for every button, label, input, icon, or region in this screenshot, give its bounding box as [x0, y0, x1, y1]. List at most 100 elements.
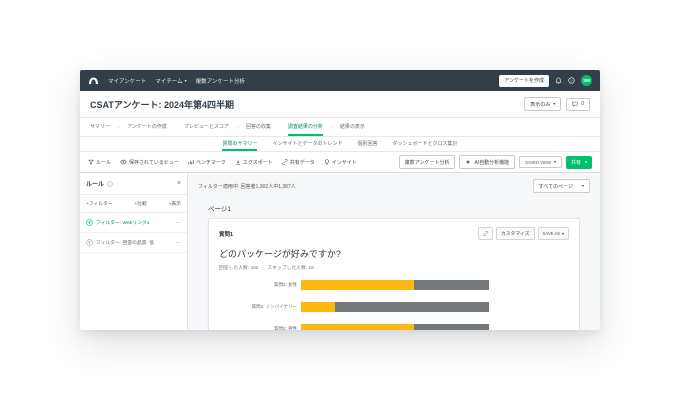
save-as-dropdown[interactable]: SAVE AS ▾ — [538, 227, 569, 240]
bar-category-label: 質問2: ノンバイナリー — [219, 304, 297, 310]
rules-sidebar: ルール i × +フィルター +比較 +表示 フィルター: Webリンク1 … — [80, 173, 188, 330]
saved-view-dropdown[interactable]: SAVED VIEW ▾ — [519, 156, 562, 168]
info-icon[interactable]: i — [107, 181, 113, 187]
ai-analysis-label: AI自動分析機能 — [474, 159, 509, 166]
bar-track[interactable] — [301, 280, 489, 290]
bar-segment-gray[interactable] — [335, 302, 489, 312]
tool-shared-data[interactable]: 共有データ — [282, 159, 315, 166]
caret-down-icon: ▾ — [562, 232, 564, 236]
bar-track[interactable] — [301, 324, 489, 330]
results-header-row: フィルター適用中: 回答者1,302人中1,387人 すべてのページ ▾ — [198, 179, 590, 193]
saved-view-label: SAVED VIEW — [525, 160, 551, 165]
question-card-header: 質問1 カスタマイズ SAVE AS ▾ — [219, 227, 569, 240]
add-compare-link[interactable]: +比較 — [134, 200, 146, 207]
caret-down-icon: ▾ — [554, 160, 556, 164]
bar-category-label: 質問2: 女性 — [219, 282, 297, 288]
multi-survey-analysis-button[interactable]: 複数アンケート分析 — [399, 155, 456, 169]
rule-add-actions: +フィルター +比較 +表示 — [80, 195, 187, 213]
comments-button[interactable]: 0 — [566, 98, 590, 111]
step-summary[interactable]: サマリー — [90, 118, 110, 136]
tool-benchmark-label: ベンチマーク — [196, 159, 226, 166]
rules-title: ルール — [86, 179, 104, 188]
tool-benchmark[interactable]: ベンチマーク — [188, 159, 226, 166]
help-icon[interactable]: ? — [568, 77, 575, 84]
bar-track[interactable] — [301, 302, 489, 312]
step-separator: → — [329, 118, 334, 136]
rule-item-weblink-filter[interactable]: フィルター: Webリンク1 … — [80, 213, 187, 233]
tab-dashboards-crosstabs[interactable]: ダッシュボードとクロス集計 — [393, 137, 458, 151]
avatar[interactable]: SM — [581, 75, 592, 86]
create-survey-button[interactable]: アンケートを作成 — [499, 75, 549, 87]
step-present-results[interactable]: 結果の表示 — [340, 118, 365, 136]
pages-dropdown-label: すべてのページ — [539, 183, 573, 190]
nav-my-surveys[interactable]: マイアンケート — [108, 77, 146, 85]
step-preview-score[interactable]: プレビューとスコア — [184, 118, 229, 136]
question-number: 質問1 — [219, 230, 233, 238]
link-icon — [483, 231, 488, 236]
close-icon[interactable]: × — [177, 180, 181, 187]
bar-segment-gray[interactable] — [414, 324, 489, 330]
tool-rules[interactable]: ルール — [88, 159, 111, 166]
tool-shared-data-label: 共有データ — [290, 159, 315, 166]
share-button-label: 共有 — [571, 159, 581, 166]
rule-menu-ellipsis-icon[interactable]: … — [175, 241, 181, 244]
customize-label: カスタマイズ — [501, 230, 530, 237]
bar-segment-gray[interactable] — [414, 280, 489, 290]
rules-sidebar-header: ルール i × — [80, 173, 187, 195]
tool-insights-label: インサイト — [332, 159, 357, 166]
chart-bar-row: 質問2: 男性 — [219, 324, 569, 330]
title-actions: 表示のみ ▾ 0 — [524, 97, 590, 111]
notifications-bell-icon[interactable] — [555, 77, 562, 84]
survey-title: CSATアンケート: 2024年第4四半期 — [90, 98, 234, 111]
skipped-count: スキップした人数: 18 — [267, 264, 313, 271]
customize-button[interactable]: カスタマイズ — [496, 227, 535, 240]
share-split-button[interactable]: 共有 ▾ — [566, 156, 592, 169]
question-link-button[interactable] — [478, 227, 493, 240]
analyze-toolbar: ルール 保存されているビュー ベンチマーク エクスポート 共有データ — [80, 152, 600, 173]
rule-filter-icon — [86, 239, 93, 246]
pages-dropdown[interactable]: すべてのページ ▾ — [533, 179, 590, 193]
question-meta: 回答した人数: 482 スキップした人数: 18 — [219, 264, 569, 271]
svg-text:?: ? — [570, 78, 573, 83]
view-only-label: 表示のみ — [530, 101, 550, 108]
step-design-survey[interactable]: アンケートの作成 — [127, 118, 167, 136]
nav-my-team[interactable]: マイチーム ▾ — [155, 77, 186, 85]
rule-filter-icon — [86, 219, 93, 226]
comment-count: 0 — [581, 101, 584, 107]
workflow-steps: サマリー → アンケートの作成 → プレビューとスコア → 回答の収集 → 調査… — [80, 118, 600, 137]
chart-bar-row: 質問2: ノンバイナリー — [219, 302, 569, 312]
tab-individual-responses[interactable]: 個別回答 — [358, 137, 378, 151]
step-analyze-results[interactable]: 調査結果の分析 — [288, 118, 323, 136]
bar-segment-yellow[interactable] — [301, 324, 414, 330]
rule-menu-ellipsis-icon[interactable]: … — [175, 221, 181, 224]
add-show-link[interactable]: +表示 — [169, 200, 181, 207]
sparkle-icon — [465, 159, 471, 165]
add-filter-link[interactable]: +フィルター — [86, 200, 113, 207]
tool-insights[interactable]: インサイト — [324, 159, 357, 166]
surveymonkey-logo[interactable] — [88, 76, 99, 85]
nav-my-team-label: マイチーム — [155, 77, 182, 85]
ai-analysis-button[interactable]: AI自動分析機能 — [459, 155, 515, 169]
bar-segment-yellow[interactable] — [301, 280, 414, 290]
caret-down-icon: ▾ — [185, 79, 187, 83]
step-separator: → — [277, 118, 282, 136]
results-panel: フィルター適用中: 回答者1,302人中1,387人 すべてのページ ▾ ページ… — [188, 173, 600, 330]
bar-segment-yellow[interactable] — [301, 302, 335, 312]
step-collect-responses[interactable]: 回答の収集 — [246, 118, 271, 136]
filter-funnel-icon — [88, 159, 94, 165]
step-separator: → — [173, 118, 178, 136]
tab-question-summaries[interactable]: 質問のサマリー — [222, 137, 257, 151]
tool-export[interactable]: エクスポート — [235, 159, 273, 166]
view-only-dropdown[interactable]: 表示のみ ▾ — [524, 97, 561, 111]
caret-down-icon: ▾ — [582, 184, 584, 188]
bar-category-label: 質問2: 男性 — [219, 326, 297, 330]
question-card: 質問1 カスタマイズ SAVE AS ▾ — [208, 218, 580, 330]
question-title: どのパッケージが好みですか? — [219, 247, 569, 260]
tool-saved-views[interactable]: 保存されているビュー — [120, 159, 179, 166]
nav-multi-survey-analysis[interactable]: 複数アンケート分析 — [196, 77, 245, 85]
app-window: マイアンケート マイチーム ▾ 複数アンケート分析 アンケートを作成 ? SM … — [80, 70, 600, 330]
step-separator: → — [235, 118, 240, 136]
rule-item-quality-filter[interactable]: フィルター: 回答の品質: 低 … — [80, 233, 187, 253]
comment-bubble-icon — [572, 101, 578, 107]
tab-insights-data-trends[interactable]: インサイトとデータのトレンド — [272, 137, 342, 151]
